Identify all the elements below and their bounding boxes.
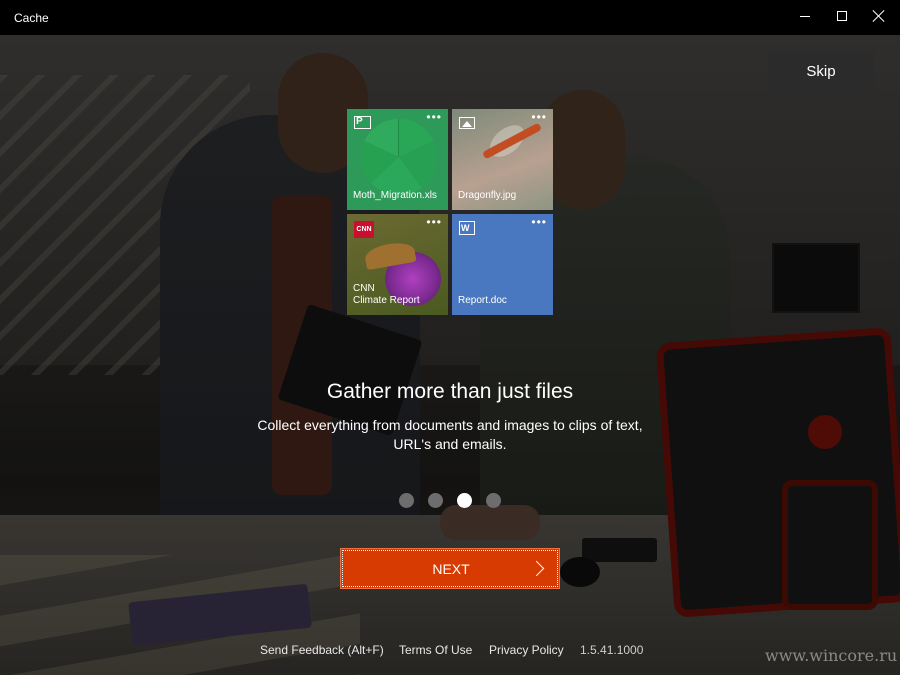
tile-moth-migration: ••• Moth_Migration.xls	[347, 109, 448, 210]
next-label: NEXT	[432, 561, 470, 577]
tile-label: Moth_Migration.xls	[353, 190, 437, 201]
skip-button[interactable]: Skip	[768, 52, 874, 91]
version-label: 1.5.41.1000	[580, 643, 644, 657]
cnn-logo-icon: CNN	[354, 221, 374, 238]
pie-chart-thumbnail	[361, 119, 437, 195]
onboarding-headline: Gather more than just files	[326, 380, 574, 403]
page-dot-1[interactable]	[399, 493, 414, 508]
close-button[interactable]	[854, 0, 900, 35]
close-icon	[873, 10, 885, 22]
powerpoint-icon	[354, 116, 371, 129]
sample-tiles: ••• Moth_Migration.xls ••• Dragonfly.jpg…	[347, 109, 553, 315]
tile-label: Report.doc	[458, 295, 507, 306]
onboarding-description: Collect everything from documents and im…	[257, 417, 643, 452]
window-title: Cache	[14, 11, 49, 25]
word-icon	[459, 221, 475, 235]
page-dot-3[interactable]	[457, 493, 472, 508]
next-button[interactable]: NEXT	[340, 548, 560, 589]
pie-divider	[398, 119, 399, 157]
maximize-icon	[837, 11, 847, 21]
send-feedback-link[interactable]: Send Feedback (Alt+F)	[260, 643, 384, 657]
tile-more-icon: •••	[531, 215, 547, 229]
tile-label: Dragonfly.jpg	[458, 190, 517, 201]
tile-dragonfly: ••• Dragonfly.jpg	[452, 109, 553, 210]
privacy-policy-link[interactable]: Privacy Policy	[489, 643, 564, 657]
tile-more-icon: •••	[531, 110, 547, 124]
tile-title: CNN	[353, 283, 375, 294]
page-dot-4[interactable]	[486, 493, 501, 508]
minimize-icon	[800, 16, 810, 17]
page-indicator	[399, 493, 503, 509]
tile-cnn: CNN ••• CNN Climate Report	[347, 214, 448, 315]
tile-report: ••• Report.doc	[452, 214, 553, 315]
image-icon	[459, 117, 475, 129]
tile-more-icon: •••	[426, 215, 442, 229]
tile-label: CNN Climate Report	[353, 283, 420, 307]
terms-of-use-link[interactable]: Terms Of Use	[399, 643, 472, 657]
title-bar: Cache	[0, 0, 900, 35]
page-dot-2[interactable]	[428, 493, 443, 508]
watermark: www.wincore.ru	[765, 646, 898, 665]
chevron-right-icon	[531, 561, 543, 577]
tile-more-icon: •••	[426, 110, 442, 124]
tile-subtitle: Climate Report	[353, 295, 420, 306]
